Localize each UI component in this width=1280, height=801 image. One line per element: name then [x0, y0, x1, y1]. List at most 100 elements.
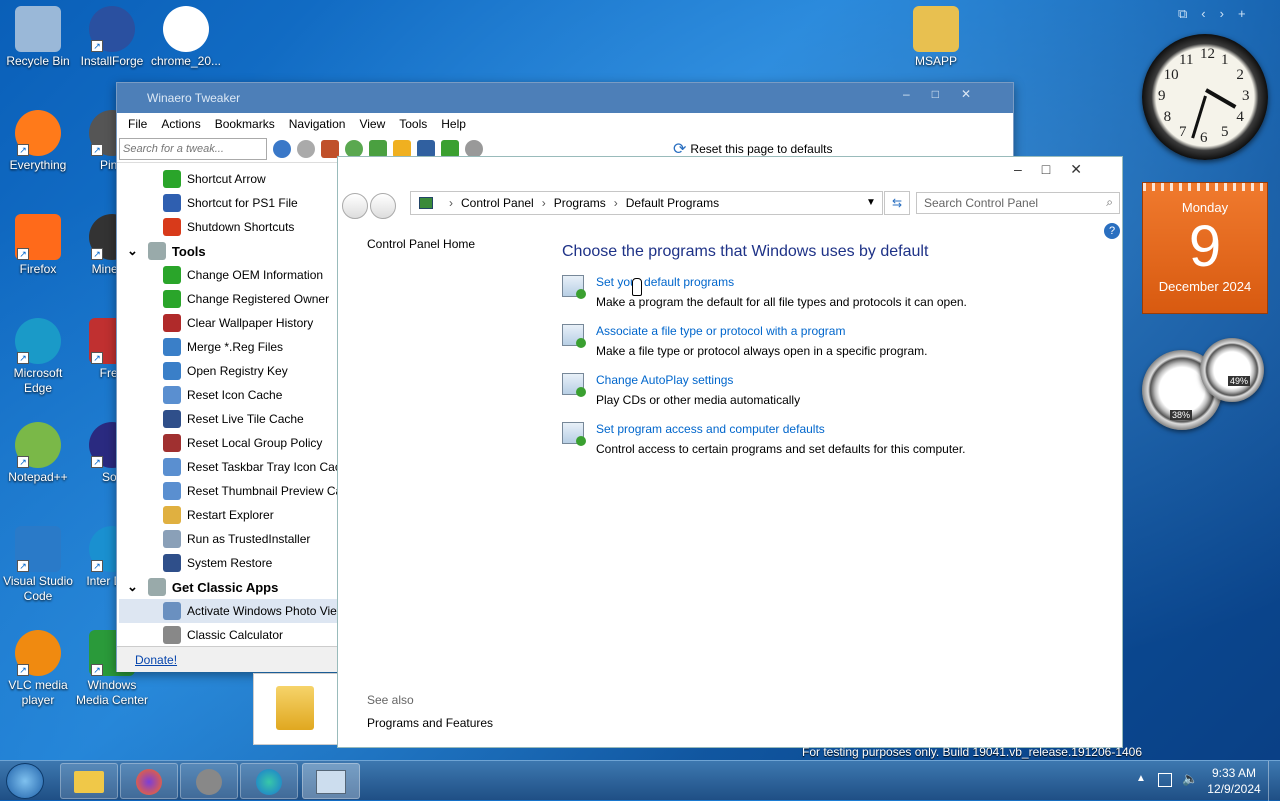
taskbar-edge[interactable] [240, 763, 298, 799]
cp-window-controls[interactable]: –□✕ [1014, 161, 1102, 178]
tree-item[interactable]: Shortcut Arrow [119, 167, 337, 191]
tree-item[interactable]: Shutdown Shortcuts [119, 215, 337, 239]
desktop-icon[interactable]: Recycle Bin [0, 6, 76, 69]
calendar-month: December 2024 [1158, 279, 1252, 294]
forward-icon[interactable] [297, 139, 315, 158]
tree-item[interactable]: Clear Wallpaper History [119, 311, 337, 335]
back-icon[interactable] [273, 139, 291, 158]
tree-item[interactable]: System Restore [119, 551, 337, 575]
breadcrumb-separator-icon[interactable]: › [614, 196, 618, 210]
task-link[interactable]: Set your default programs [596, 275, 967, 289]
add-icon[interactable] [345, 139, 363, 158]
menu-item[interactable]: Help [434, 113, 473, 135]
tree-item[interactable]: Shortcut for PS1 File [119, 191, 337, 215]
tree-item[interactable]: Activate Windows Photo Viewe [119, 599, 337, 623]
tree-label: Shutdown Shortcuts [187, 220, 295, 234]
donate-link[interactable]: Donate! [135, 653, 177, 667]
refresh-button[interactable]: ⇆ [884, 191, 910, 215]
tray-arrow-icon[interactable]: ▲ [1136, 773, 1146, 784]
gadget-controls[interactable]: ⧉‹›+ [1178, 6, 1278, 26]
tree-item[interactable]: Change Registered Owner [119, 287, 337, 311]
desktop-icon-label: InstallForge [80, 54, 144, 68]
taskbar-explorer[interactable] [60, 763, 118, 799]
menu-item[interactable]: View [352, 113, 392, 135]
desktop-icon[interactable]: ↗ Firefox [0, 214, 76, 277]
cp-search-input[interactable]: Search Control Panel ⌕ [916, 192, 1120, 214]
check-icon[interactable] [441, 139, 459, 158]
collapse-icon[interactable]: ⌄ [127, 579, 138, 595]
task-link[interactable]: Set program access and computer defaults [596, 422, 966, 436]
address-bar[interactable]: › Control Panel › Programs › Default Programs [410, 191, 883, 215]
home-icon[interactable] [321, 139, 339, 158]
show-desktop-button[interactable] [1268, 761, 1280, 801]
breadcrumb-separator-icon[interactable]: › [449, 196, 453, 210]
programs-features-link[interactable]: Programs and Features [367, 716, 493, 730]
breadcrumb-separator-icon[interactable]: › [542, 196, 546, 210]
taskbar-tweaker[interactable] [180, 763, 238, 799]
network-icon[interactable] [1158, 773, 1172, 787]
menu-item[interactable]: Tools [392, 113, 434, 135]
tree-item[interactable]: Reset Live Tile Cache [119, 407, 337, 431]
volume-icon[interactable]: 🔈 [1182, 771, 1198, 787]
cpu-percent: 38% [1170, 410, 1193, 420]
breadcrumb-item[interactable]: Programs [554, 196, 606, 210]
taskbar-firefox[interactable] [120, 763, 178, 799]
tree-item[interactable]: Classic Calculator [119, 623, 337, 645]
desktop-icon[interactable]: ↗ Visual Studio Code [0, 526, 76, 604]
clock-number: 8 [1163, 109, 1172, 125]
desktop-icon[interactable]: ↗ Everything [0, 110, 76, 173]
tree-category[interactable]: ⌄ Tools [119, 239, 337, 263]
tree-item[interactable]: Restart Explorer [119, 503, 337, 527]
tree-item[interactable]: Reset Icon Cache [119, 383, 337, 407]
tree-item[interactable]: Merge *.Reg Files [119, 335, 337, 359]
start-button[interactable] [6, 763, 44, 799]
tree-item[interactable]: Reset Thumbnail Preview Cach [119, 479, 337, 503]
breadcrumb-item[interactable]: Default Programs [626, 196, 719, 210]
settings-icon[interactable] [465, 139, 483, 158]
desktop-icon[interactable]: MSAPP [898, 6, 974, 69]
help-icon[interactable]: ? [1104, 223, 1120, 239]
tree-item[interactable]: Change OEM Information [119, 263, 337, 287]
collapse-icon[interactable]: ⌄ [127, 243, 138, 259]
back-button[interactable] [342, 193, 368, 219]
taskbar-control-panel[interactable] [302, 763, 360, 799]
desktop-icon[interactable]: ↗ VLC media player [0, 630, 76, 708]
window-controls[interactable]: –□✕ [903, 87, 993, 101]
tree-item[interactable]: Reset Taskbar Tray Icon Cache [119, 455, 337, 479]
menu-item[interactable]: Bookmarks [208, 113, 282, 135]
tweaker-titlebar[interactable]: Winaero Tweaker –□✕ [117, 83, 1013, 113]
menu-item[interactable]: Actions [154, 113, 207, 135]
tree-category[interactable]: ⌄ Get Classic Apps [119, 575, 337, 599]
bookmark-add-icon[interactable] [369, 139, 387, 158]
breadcrumb-item[interactable]: Control Panel [461, 196, 534, 210]
desktop-icon-label: chrome_20... [150, 54, 222, 68]
see-also-label: See also [367, 693, 414, 707]
star-icon[interactable] [393, 139, 411, 158]
shortcut-icon[interactable] [417, 139, 435, 158]
tree-item[interactable]: Run as TrustedInstaller [119, 527, 337, 551]
tray-time: 9:33 AM [1211, 766, 1257, 780]
task-entry: Set program access and computer defaults… [562, 422, 966, 456]
control-panel-window[interactable]: –□✕ › Control Panel › Programs › Default Prog… [337, 156, 1123, 748]
desktop-icon[interactable]: ↗ Microsoft Edge [0, 318, 76, 396]
desktop-icon[interactable]: ↗ InstallForge [74, 6, 150, 69]
tree-item[interactable]: Open Registry Key [119, 359, 337, 383]
menu-item[interactable]: File [121, 113, 154, 135]
address-dropdown-icon[interactable]: ▼ [866, 197, 876, 208]
cp-home-link[interactable]: Control Panel Home [367, 237, 475, 251]
task-link[interactable]: Associate a file type or protocol with a… [596, 324, 928, 338]
menu-item[interactable]: Navigation [282, 113, 353, 135]
tweak-search-input[interactable] [119, 137, 267, 160]
tree-label: Shortcut for PS1 File [187, 196, 298, 210]
tree-label: Open Registry Key [187, 364, 288, 378]
desktop-icon[interactable]: ↗ Notepad++ [0, 422, 76, 485]
tweak-tree[interactable]: Shortcut Arrow Shortcut for PS1 File Shutd… [119, 167, 338, 645]
tweak-icon [163, 410, 181, 428]
task-link[interactable]: Change AutoPlay settings [596, 373, 800, 387]
tree-label: Get Classic Apps [171, 579, 279, 595]
tray-clock[interactable]: 9:33 AM 12/9/2024 [1204, 765, 1264, 797]
forward-button[interactable] [370, 193, 396, 219]
desktop-icon[interactable]: chrome_20... [148, 6, 224, 69]
tree-item[interactable]: Reset Local Group Policy [119, 431, 337, 455]
desktop-icon-label: Microsoft Edge [13, 366, 63, 395]
